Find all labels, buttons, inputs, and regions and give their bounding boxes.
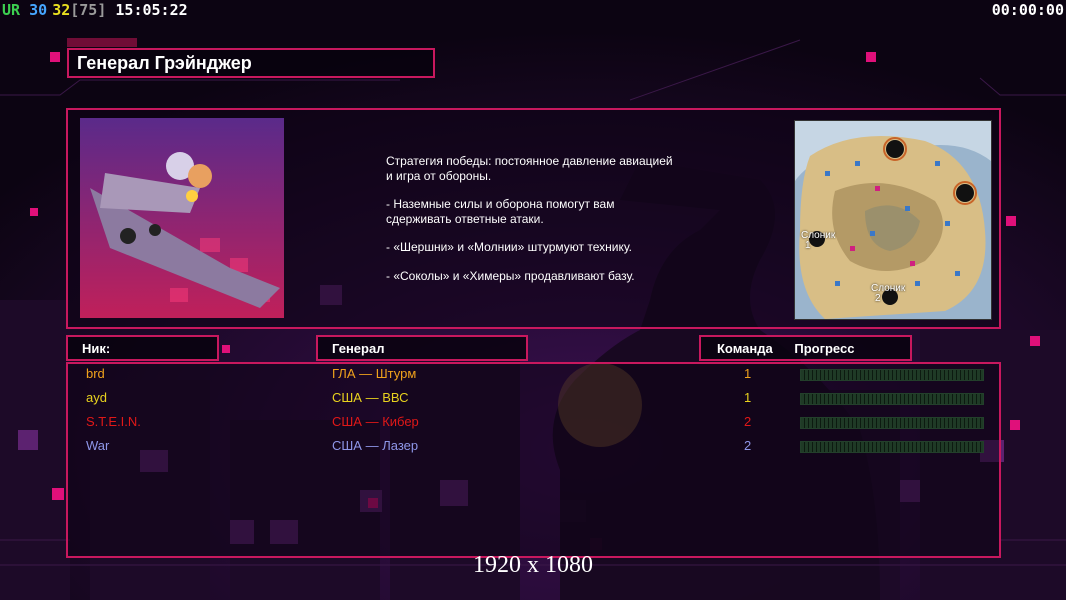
header-team-progress: Команда Прогресс: [699, 335, 912, 361]
progress-bar: [800, 369, 984, 381]
strategy-line-3: - «Шершни» и «Молнии» штурмуют технику.: [386, 240, 632, 254]
fps-counter: UR 30 32[75] 15:05:22: [2, 1, 188, 19]
strategy-line-2: - Наземные силы и оборона помогут вам сд…: [386, 197, 615, 226]
progress-bar: [800, 393, 984, 405]
player-general: ГЛА — Штурм: [332, 366, 417, 381]
player-nick: S.T.E.I.N.: [86, 414, 141, 429]
system-clock: 15:05:22: [115, 1, 188, 19]
ur-tag: UR: [2, 1, 21, 19]
strategy-line-4: - «Соколы» и «Химеры» продавливают базу.: [386, 268, 635, 283]
progress-bar: [800, 441, 984, 453]
header-team: Команда: [717, 341, 773, 356]
title-tab-decoration: [67, 38, 137, 47]
player-nick: ayd: [86, 390, 107, 405]
player-team: 1: [744, 366, 752, 381]
spawn-1-number: 1: [805, 240, 811, 251]
strategy-description: Стратегия победы: постоянное давление ав…: [386, 154, 716, 297]
stat-75: [75]: [70, 1, 107, 19]
map-preview[interactable]: Слоник 1 Слоник 2: [794, 120, 992, 320]
player-general: США — Кибер: [332, 414, 419, 429]
header-progress: Прогресс: [794, 341, 855, 356]
progress-bar: [800, 417, 984, 429]
resolution-caption: 1920 x 1080: [473, 552, 593, 578]
game-timer: 00:00:00: [991, 1, 1064, 19]
strategy-line-1: Стратегия победы: постоянное давление ав…: [386, 154, 673, 183]
header-general: Генерал: [316, 335, 528, 361]
player-general: США — ВВС: [332, 390, 409, 405]
general-portrait: [80, 118, 284, 318]
player-team: 2: [744, 414, 752, 429]
header-nick: Ник:: [66, 335, 219, 361]
spawn-marker-1: Слоник 1: [801, 231, 835, 251]
player-general: США — Лазер: [332, 438, 419, 453]
player-row[interactable]: brd ГЛА — Штурм 1: [86, 366, 986, 388]
player-nick: War: [86, 438, 110, 453]
spawn-2-number: 2: [875, 293, 881, 304]
stat-30: 30: [29, 1, 48, 19]
player-row[interactable]: War США — Лазер 2: [86, 438, 986, 460]
player-team: 2: [744, 438, 752, 453]
stat-32: 32: [52, 1, 71, 19]
spawn-marker-2: Слоник 2: [871, 284, 905, 304]
player-row[interactable]: ayd США — ВВС 1: [86, 390, 986, 412]
general-title: Генерал Грэйнджер: [67, 48, 435, 78]
player-row[interactable]: S.T.E.I.N. США — Кибер 2: [86, 414, 986, 436]
player-nick: brd: [86, 366, 105, 381]
player-team: 1: [744, 390, 752, 405]
